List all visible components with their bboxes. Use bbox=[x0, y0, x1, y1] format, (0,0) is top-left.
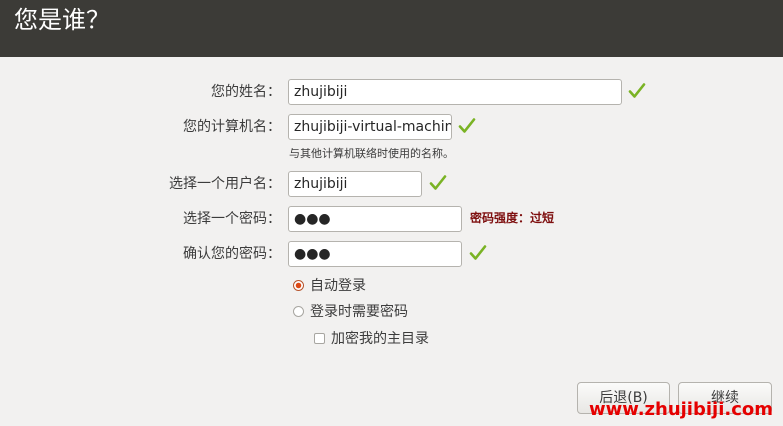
header-bar: 您是谁？ bbox=[0, 0, 783, 57]
auto-login-radio[interactable] bbox=[293, 280, 304, 291]
require-password-radio[interactable] bbox=[293, 306, 304, 317]
password-label: 选择一个密码： bbox=[183, 211, 281, 227]
name-input[interactable]: zhujibiji bbox=[288, 79, 622, 105]
username-label: 选择一个用户名： bbox=[169, 176, 281, 192]
password-input[interactable]: ●●● bbox=[288, 206, 462, 232]
require-password-label[interactable]: 登录时需要密码 bbox=[310, 302, 408, 322]
check-mark-icon bbox=[469, 245, 487, 260]
page-title: 您是谁？ bbox=[14, 6, 110, 34]
encrypt-home-checkbox[interactable] bbox=[314, 333, 325, 344]
auto-login-label[interactable]: 自动登录 bbox=[310, 276, 366, 296]
name-label: 您的姓名： bbox=[211, 84, 281, 100]
computer-name-hint: 与其他计算机联络时使用的名称。 bbox=[289, 147, 454, 160]
check-mark-icon bbox=[628, 83, 646, 98]
check-mark-icon bbox=[429, 175, 447, 190]
watermark: www.zhujibiji.com bbox=[588, 399, 773, 420]
check-mark-icon bbox=[458, 118, 476, 133]
password-strength: 密码强度：过短 bbox=[470, 211, 555, 225]
confirm-password-input[interactable]: ●●● bbox=[288, 241, 462, 267]
confirm-password-label: 确认您的密码： bbox=[183, 246, 281, 262]
encrypt-home-label[interactable]: 加密我的主目录 bbox=[331, 329, 429, 349]
computer-name-label: 您的计算机名： bbox=[183, 119, 281, 135]
username-input[interactable]: zhujibiji bbox=[288, 171, 422, 197]
computer-name-input[interactable]: zhujibiji-virtual-machine bbox=[288, 114, 452, 140]
